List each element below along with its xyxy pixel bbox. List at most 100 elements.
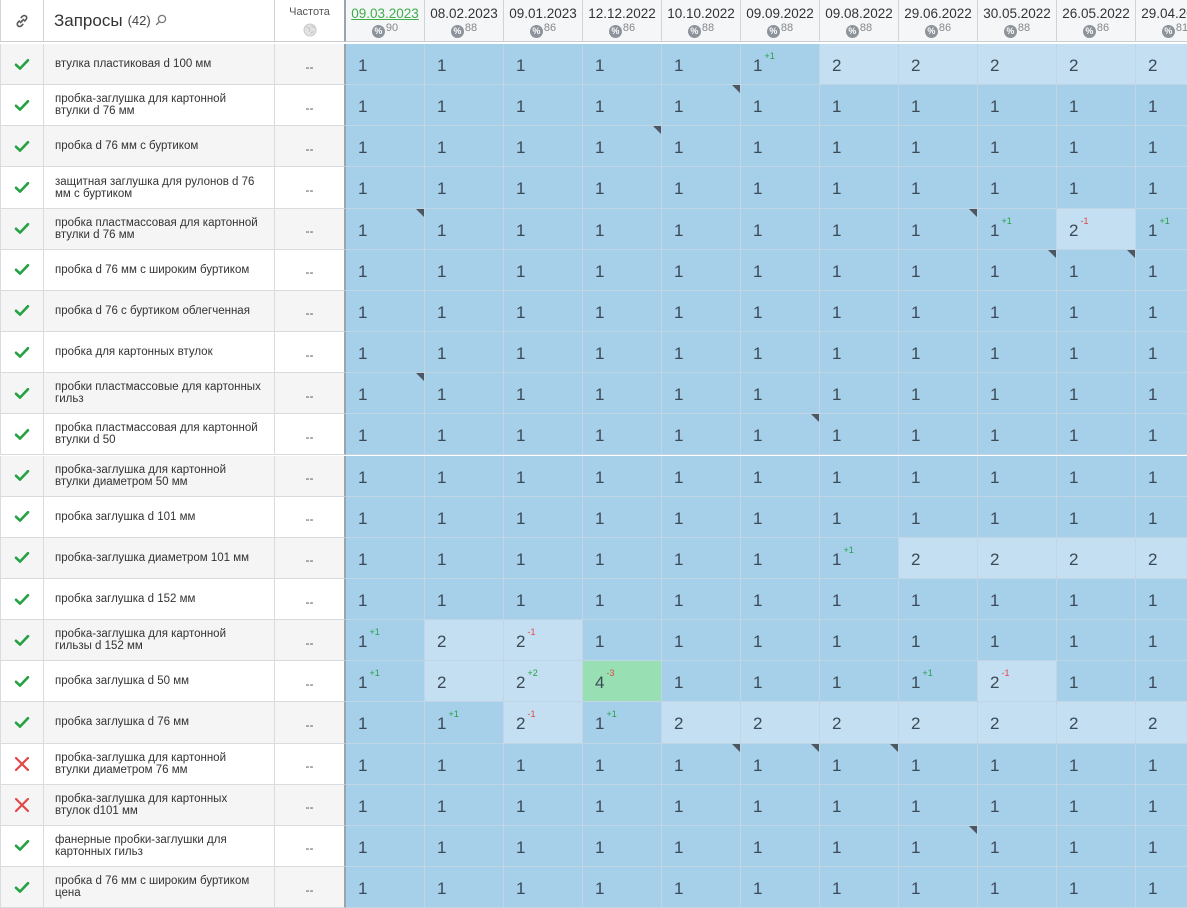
position-cell[interactable]: 1 [1136, 249, 1187, 291]
position-cell[interactable]: 1 [425, 537, 504, 579]
position-cell[interactable]: 1 [425, 85, 504, 127]
query-text[interactable]: пробки пластмассовые для картонных гильз [44, 373, 275, 415]
position-cell[interactable]: 1 [1136, 578, 1187, 621]
position-cell[interactable]: 1 [1057, 578, 1136, 621]
position-cell[interactable]: 1 [899, 332, 978, 374]
date-header-2[interactable]: 09.01.2023% 86 [504, 0, 583, 42]
position-cell[interactable]: 1 [583, 167, 662, 209]
position-cell[interactable]: 2 [1136, 44, 1187, 86]
position-cell[interactable]: 1 [504, 290, 583, 333]
position-cell[interactable]: 1 [1057, 867, 1136, 908]
position-cell[interactable]: 1 [662, 537, 741, 579]
position-cell[interactable]: 4 -3 [583, 661, 662, 703]
query-text[interactable]: пробка заглушка d 76 мм [44, 702, 275, 744]
position-cell[interactable]: 1 [346, 85, 425, 127]
date-header-8[interactable]: 30.05.2022% 88 [978, 0, 1057, 42]
position-cell[interactable]: 1 [1136, 414, 1187, 456]
position-cell[interactable]: 1 [1057, 414, 1136, 456]
query-text[interactable]: пробка-заглушка для картонной втулки диа… [44, 455, 275, 497]
position-cell[interactable]: 1 [741, 496, 820, 538]
position-cell[interactable]: 1 [583, 620, 662, 662]
position-cell[interactable]: 1 [899, 825, 978, 867]
position-cell[interactable]: 1 [820, 825, 899, 867]
position-cell[interactable]: 1 [1057, 661, 1136, 703]
position-cell[interactable]: 1 [504, 496, 583, 538]
position-cell[interactable]: 1 [346, 373, 425, 415]
position-cell[interactable]: 1 [820, 867, 899, 908]
snippet-marker-icon[interactable] [732, 743, 740, 752]
date-label[interactable]: 29.06.2022 [899, 6, 977, 21]
date-label[interactable]: 10.10.2022 [662, 6, 740, 21]
position-cell[interactable]: 1 [662, 784, 741, 826]
position-cell[interactable]: 1 [899, 578, 978, 621]
position-cell[interactable]: 1 [583, 784, 662, 826]
position-cell[interactable]: 1 [662, 743, 741, 785]
position-cell[interactable]: 1 +1 [978, 208, 1057, 250]
position-cell[interactable]: 1 [820, 620, 899, 662]
position-cell[interactable]: 1 [346, 455, 425, 497]
position-cell[interactable]: 1 [741, 825, 820, 867]
position-cell[interactable]: 1 [662, 578, 741, 621]
position-cell[interactable]: 1 [662, 373, 741, 415]
position-cell[interactable]: 1 [978, 867, 1057, 908]
position-cell[interactable]: 1 [346, 537, 425, 579]
position-cell[interactable]: 1 [504, 578, 583, 621]
position-cell[interactable]: 1 [1136, 332, 1187, 374]
position-cell[interactable]: 1 [1057, 126, 1136, 168]
position-cell[interactable]: 1 +1 [346, 661, 425, 703]
position-cell[interactable]: 1 [504, 167, 583, 209]
position-cell[interactable]: 2 -1 [504, 620, 583, 662]
position-cell[interactable]: 1 [1057, 455, 1136, 497]
position-cell[interactable]: 1 [741, 167, 820, 209]
date-header-6[interactable]: 09.08.2022% 88 [820, 0, 899, 42]
position-cell[interactable]: 1 [741, 455, 820, 497]
snippet-marker-icon[interactable] [653, 126, 661, 135]
position-cell[interactable]: 1 [741, 537, 820, 579]
position-cell[interactable]: 1 [346, 44, 425, 86]
position-cell[interactable]: 1 [662, 825, 741, 867]
position-cell[interactable]: 2 +2 [504, 661, 583, 703]
position-cell[interactable]: 2 [1057, 537, 1136, 579]
position-cell[interactable]: 1 [1057, 167, 1136, 209]
position-cell[interactable]: 1 [346, 578, 425, 621]
position-cell[interactable]: 1 +1 [425, 702, 504, 744]
position-cell[interactable]: 1 [1057, 332, 1136, 374]
query-text[interactable]: фанерные пробки-заглушки для картонных г… [44, 825, 275, 867]
position-cell[interactable]: 1 [583, 373, 662, 415]
position-cell[interactable]: 1 [425, 867, 504, 908]
snippet-marker-icon[interactable] [1048, 249, 1056, 258]
position-cell[interactable]: 1 [820, 661, 899, 703]
position-cell[interactable]: 1 [1136, 290, 1187, 333]
query-text[interactable]: пробка для картонных втулок [44, 332, 275, 374]
date-header-9[interactable]: 26.05.2022% 86 [1057, 0, 1136, 42]
position-cell[interactable]: 1 [346, 167, 425, 209]
query-text[interactable]: пробка-заглушка для картонной втулки d 7… [44, 85, 275, 127]
query-text[interactable]: пробка d 76 с буртиком облегченная [44, 290, 275, 333]
query-text[interactable]: пробка заглушка d 152 мм [44, 578, 275, 621]
position-cell[interactable]: 1 [978, 455, 1057, 497]
date-header-3[interactable]: 12.12.2022% 86 [583, 0, 662, 42]
position-cell[interactable]: 1 [978, 620, 1057, 662]
position-cell[interactable]: 1 [504, 85, 583, 127]
position-cell[interactable]: 1 [820, 126, 899, 168]
position-cell[interactable]: 2 [820, 44, 899, 86]
position-cell[interactable]: 1 [346, 126, 425, 168]
position-cell[interactable]: 1 [899, 496, 978, 538]
frequency-header[interactable]: Частота [275, 0, 346, 42]
position-cell[interactable]: 1 [504, 455, 583, 497]
position-cell[interactable]: 1 [583, 290, 662, 333]
date-header-10[interactable]: 29.04.2022%81 [1136, 0, 1187, 42]
position-cell[interactable]: 1 [425, 167, 504, 209]
snippet-marker-icon[interactable] [969, 825, 977, 834]
position-cell[interactable]: 1 [820, 373, 899, 415]
position-cell[interactable]: 2 [978, 44, 1057, 86]
position-cell[interactable]: 1 [1057, 249, 1136, 291]
link-header-cell[interactable] [0, 0, 44, 42]
position-cell[interactable]: 1 [425, 126, 504, 168]
position-cell[interactable]: 1 [662, 44, 741, 86]
query-text[interactable]: пробка-заглушка для картонных втулок d10… [44, 784, 275, 826]
date-label[interactable]: 09.08.2022 [820, 6, 898, 21]
position-cell[interactable]: 1 [899, 743, 978, 785]
position-cell[interactable]: 2 -1 [504, 702, 583, 744]
query-text[interactable]: пробка пластмассовая для картонной втулк… [44, 208, 275, 250]
